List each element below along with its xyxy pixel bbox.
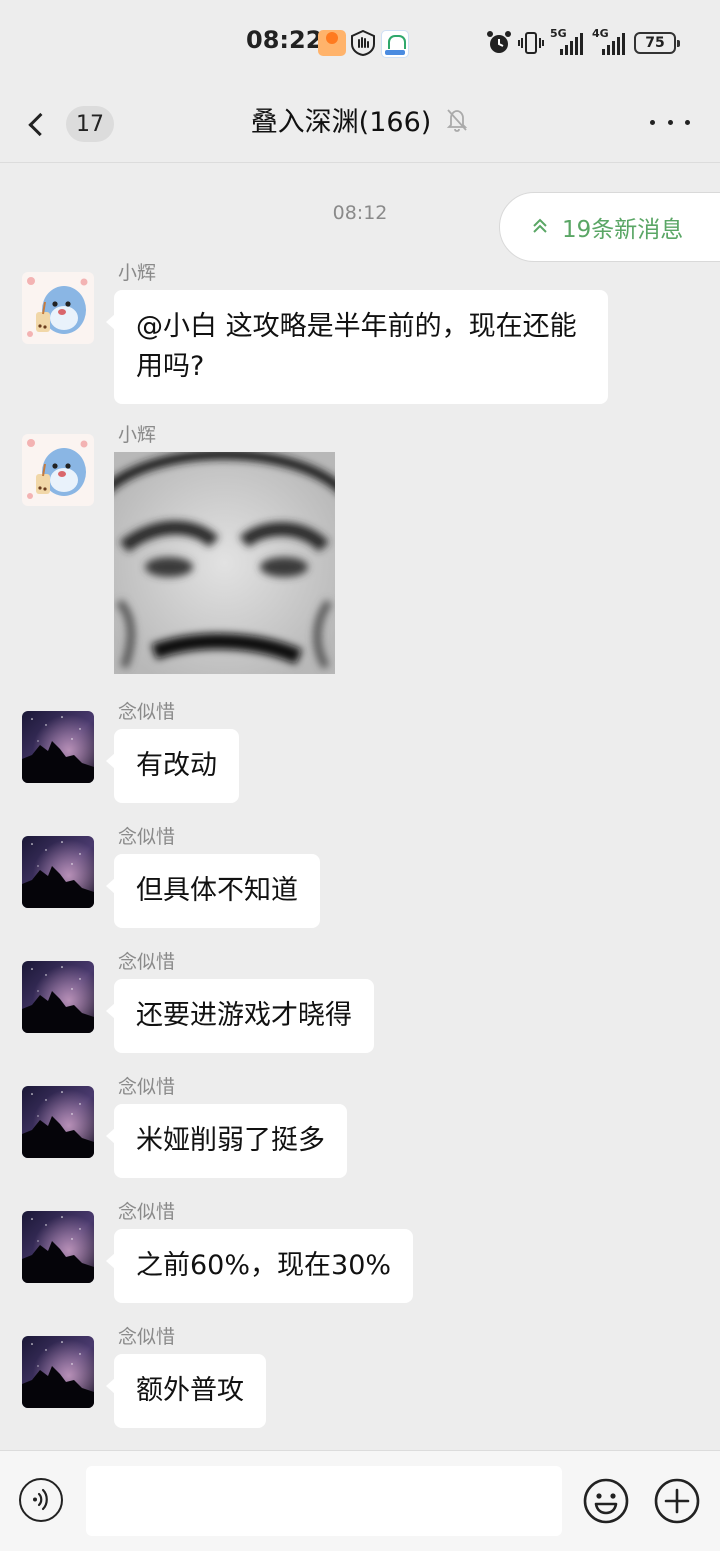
plus-icon: [654, 1478, 700, 1524]
unread-count-badge: 17: [66, 106, 114, 142]
chat-title: 叠入深渊(166): [250, 107, 432, 138]
avatar[interactable]: [22, 711, 94, 783]
message-bubble[interactable]: @小白 这攻略是半年前的，现在还能用吗?: [106, 290, 608, 404]
status-time: 08:22: [246, 26, 323, 54]
message-bubble[interactable]: 还要进游戏才晓得: [106, 979, 374, 1053]
message-bubble[interactable]: 额外普攻: [106, 1354, 266, 1428]
sender-name: 小辉: [118, 262, 157, 284]
shield-icon: [350, 29, 376, 57]
signal-5g-icon: 5G: [550, 27, 586, 57]
more-dot: [667, 119, 673, 125]
battery-icon: 75: [634, 32, 680, 54]
sender-name: 念似惜: [118, 826, 176, 848]
app-notification-icon: [318, 30, 346, 56]
message-bubble[interactable]: 之前60%，现在30%: [105, 1229, 414, 1303]
chat-header: 17 叠入深渊(166): [0, 84, 720, 163]
battery-level: 75: [645, 35, 665, 51]
back-button[interactable]: 17: [24, 102, 114, 146]
sender-name: 念似惜: [118, 951, 176, 973]
voice-button[interactable]: [19, 1478, 63, 1522]
more-dot: [650, 119, 655, 125]
emoji-icon: [583, 1478, 629, 1524]
double-chevron-up-icon: [532, 217, 548, 238]
more-button[interactable]: [650, 104, 690, 140]
sender-name: 念似惜: [118, 1076, 176, 1098]
bell-slash-icon: [445, 107, 469, 133]
voice-icon: [33, 1488, 48, 1511]
more-actions-button[interactable]: [653, 1477, 701, 1525]
vibrate-icon: [518, 30, 544, 56]
avatar[interactable]: [22, 1211, 94, 1283]
sender-name: 小辉: [118, 424, 157, 446]
new-messages-label: 19条新消息: [562, 217, 684, 243]
status-bar: 08:22 5G 4G 75: [0, 0, 720, 84]
avatar[interactable]: [22, 1336, 94, 1408]
sender-name: 念似惜: [118, 1326, 176, 1348]
avatar[interactable]: [22, 961, 94, 1033]
message-bubble[interactable]: 但具体不知道: [106, 854, 320, 928]
sticker-image[interactable]: [114, 452, 335, 674]
app-notification-icon: [381, 30, 409, 58]
message-input[interactable]: [86, 1466, 562, 1536]
sender-name: 念似惜: [118, 1201, 176, 1223]
input-bar: [0, 1450, 720, 1551]
message-bubble[interactable]: 米娅削弱了挺多: [106, 1104, 347, 1178]
signal-4g-icon: 4G: [592, 27, 628, 57]
avatar[interactable]: [22, 272, 94, 344]
message-bubble[interactable]: 有改动: [106, 729, 239, 803]
new-messages-button[interactable]: 19条新消息: [499, 192, 720, 262]
avatar[interactable]: [22, 1086, 94, 1158]
avatar[interactable]: [22, 434, 94, 506]
sender-name: 念似惜: [118, 701, 176, 723]
emoji-button[interactable]: [582, 1477, 630, 1525]
more-dot: [685, 119, 690, 125]
avatar[interactable]: [22, 836, 94, 908]
alarm-icon: [486, 30, 512, 56]
chevron-left-icon: [28, 112, 52, 136]
